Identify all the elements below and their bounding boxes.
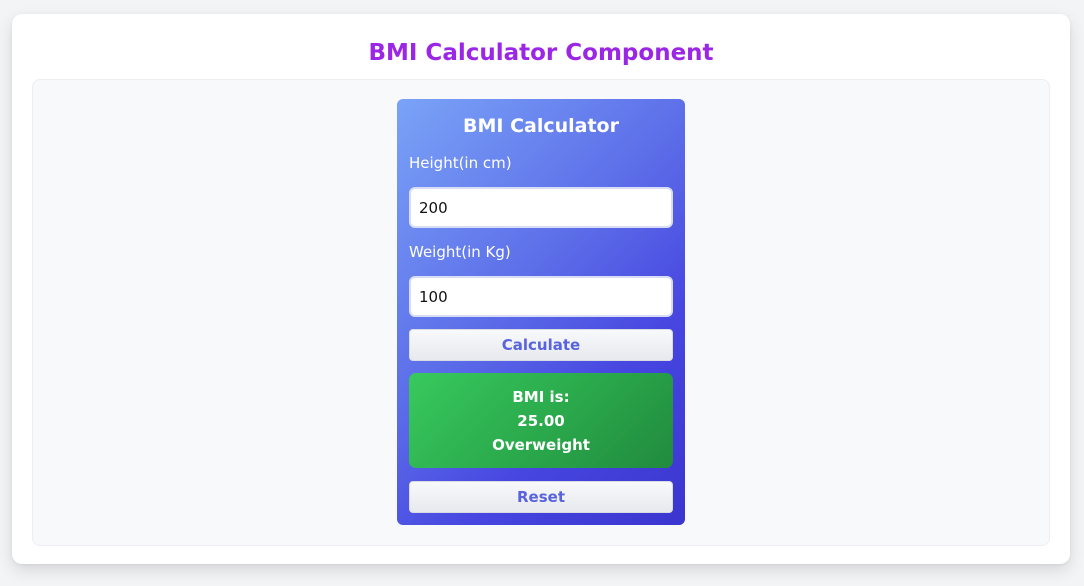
component-card: BMI Calculator Component BMI Calculator …	[12, 14, 1070, 564]
height-input[interactable]	[409, 187, 673, 228]
bmi-calculator-card: BMI Calculator Height(in cm) Weight(in K…	[397, 99, 685, 525]
calculator-title: BMI Calculator	[463, 115, 619, 137]
bmi-result-box: BMI is: 25.00 Overweight	[409, 373, 673, 468]
weight-label: Weight(in Kg)	[409, 243, 511, 261]
weight-input[interactable]	[409, 276, 673, 317]
bmi-category: Overweight	[492, 436, 590, 454]
page-title: BMI Calculator Component	[368, 40, 714, 66]
calculate-button[interactable]: Calculate	[409, 329, 673, 361]
reset-button[interactable]: Reset	[409, 481, 673, 513]
bmi-value: 25.00	[517, 412, 565, 430]
height-label: Height(in cm)	[409, 154, 512, 172]
result-heading: BMI is:	[512, 388, 570, 406]
preview-area: BMI Calculator Height(in cm) Weight(in K…	[32, 79, 1050, 546]
